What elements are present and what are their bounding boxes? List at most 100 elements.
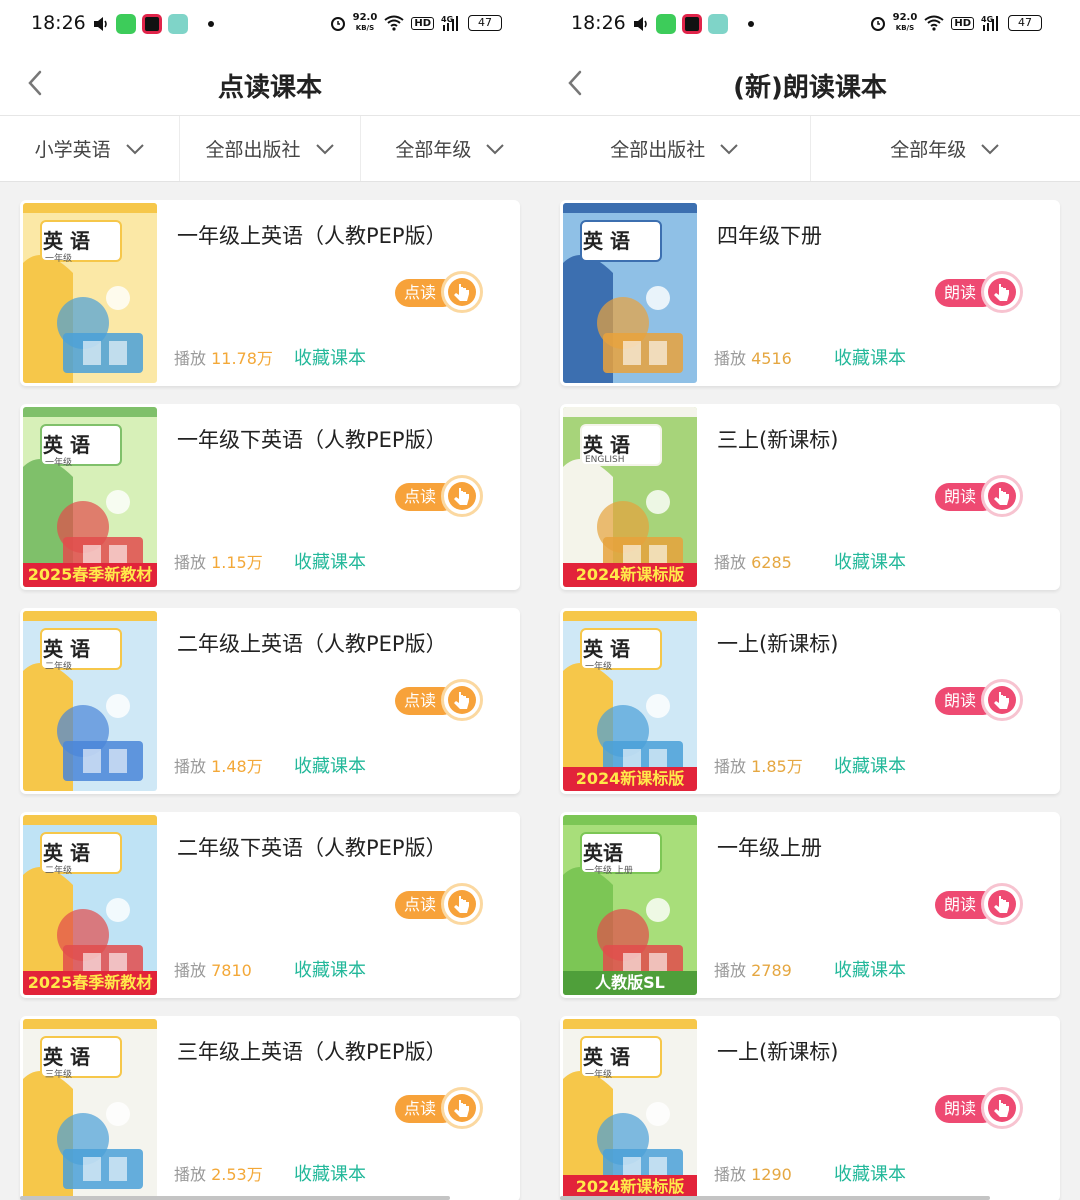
filter-publisher[interactable]: 全部出版社 <box>540 116 811 181</box>
play-count: 播放 1.85万 <box>714 757 803 776</box>
read-aloud-button[interactable]: 朗读 <box>935 679 1023 723</box>
favorite-book-link[interactable]: 收藏课本 <box>294 956 366 982</box>
cover-title: 英 语 <box>43 1045 90 1069</box>
chevron-down-icon <box>315 143 334 154</box>
cover-title: 英 语 <box>43 841 90 865</box>
book-cover[interactable]: 英 语二年级 <box>23 611 157 791</box>
book-title[interactable]: 一上(新课标) <box>717 628 838 658</box>
book-cover[interactable]: 英 语 ENGLISH 2024新课标版 <box>563 407 697 587</box>
favorite-book-link[interactable]: 收藏课本 <box>294 548 366 574</box>
filter-grade[interactable]: 全部年级 <box>811 116 1080 181</box>
play-count: 播放 2.53万 <box>174 1165 263 1184</box>
filter-bar: 全部出版社 全部年级 <box>540 116 1080 182</box>
book-card[interactable]: 英 语二年级 二年级上英语（人教PEP版） 点读播放 1.48万 收藏课本 <box>20 608 520 794</box>
hand-tap-icon <box>981 679 1023 721</box>
status-time: 18:26 <box>571 12 626 34</box>
chevron-down-icon <box>981 143 999 154</box>
net-speed: 92.0 KB/S <box>892 12 918 33</box>
filter-publisher[interactable]: 全部出版社 <box>180 116 361 181</box>
book-cover[interactable]: 英 语一年级 2024新课标版 <box>563 611 697 791</box>
book-title[interactable]: 二年级上英语（人教PEP版） <box>177 628 447 658</box>
book-title[interactable]: 三上(新课标) <box>717 424 838 454</box>
book-card[interactable]: 英 语二年级 2025春季新教材 二年级下英语（人教PEP版） 点读 播放 7810 收藏… <box>20 812 520 998</box>
favorite-book-link[interactable]: 收藏课本 <box>834 752 906 778</box>
status-time: 18:26 <box>31 12 86 34</box>
hand-tap-icon <box>441 271 483 313</box>
book-card[interactable]: 英语 一年级 上册 人教版SL 一年级上册 朗读 播放 2789 收藏课本 <box>560 812 1060 998</box>
play-count: 播放 6285 <box>714 553 792 572</box>
book-card[interactable]: 英 语 四年级下册 朗读 播放 4516 收藏课本 <box>560 200 1060 386</box>
book-cover[interactable]: 英 语一年级 2024新课标版 <box>563 1019 697 1199</box>
read-aloud-button[interactable]: 朗读 <box>935 1087 1023 1131</box>
book-title[interactable]: 一年级上册 <box>717 832 822 862</box>
point-read-button[interactable]: 点读 <box>395 475 483 519</box>
point-read-button[interactable]: 点读 <box>395 883 483 927</box>
favorite-book-link[interactable]: 收藏课本 <box>834 548 906 574</box>
cover-grade: 一年级 <box>45 458 73 468</box>
filter-grade[interactable]: 全部年级 <box>361 116 540 181</box>
book-cover[interactable]: 英 语 <box>563 203 697 383</box>
hand-tap-icon <box>981 271 1023 313</box>
filter-subject[interactable]: 小学英语 <box>0 116 181 181</box>
book-card[interactable]: 英 语三年级 三年级上英语（人教PEP版） 点读 播放 2.53万 收藏课本 <box>20 1016 520 1200</box>
read-aloud-button[interactable]: 朗读 <box>935 883 1023 927</box>
read-aloud-button[interactable]: 朗读 <box>935 271 1023 315</box>
signal-icon: 4G <box>441 15 458 31</box>
cover-grade: 一年级 <box>45 254 73 264</box>
favorite-book-link[interactable]: 收藏课本 <box>834 1160 906 1186</box>
scrollbar[interactable] <box>20 1196 450 1200</box>
svg-text:4G: 4G <box>981 15 993 24</box>
cover-title: 英 语 <box>43 637 90 661</box>
book-card[interactable]: 英 语 ENGLISH 2024新课标版 三上(新课标) 朗读播放 6285 收藏课本 <box>560 404 1060 590</box>
favorite-book-link[interactable]: 收藏课本 <box>834 956 906 982</box>
book-cover[interactable]: 英语 一年级 上册 人教版SL <box>563 815 697 995</box>
book-title[interactable]: 二年级下英语（人教PEP版） <box>177 832 447 862</box>
favorite-book-link[interactable]: 收藏课本 <box>294 752 366 778</box>
book-card[interactable]: 英 语一年级 2024新课标版 一上(新课标) 朗读 播放 1290 收藏课本 <box>560 1016 1060 1200</box>
book-card[interactable]: 英 语一年级 2025春季新教材 一年级下英语（人教PEP版） 点读 播放 1.15万 收… <box>20 404 520 590</box>
status-bar: 18:26 92.0 KB/S HD 4G 47 <box>540 0 1080 50</box>
cover-grade: 一年级 <box>585 662 613 672</box>
volume-icon <box>634 17 647 31</box>
cover-grade: 三年级 <box>45 1070 73 1080</box>
battery-indicator: 47 <box>468 15 502 31</box>
app-icon-shield <box>168 14 188 34</box>
book-cover[interactable]: 英 语三年级 <box>23 1019 157 1199</box>
book-title[interactable]: 三年级上英语（人教PEP版） <box>177 1036 447 1066</box>
cover-banner: 2025春季新教材 <box>23 971 157 995</box>
scrollbar[interactable] <box>560 1196 990 1200</box>
book-title[interactable]: 一年级下英语（人教PEP版） <box>177 424 447 454</box>
favorite-book-link[interactable]: 收藏课本 <box>834 344 906 370</box>
app-icon-record <box>142 14 162 34</box>
favorite-book-link[interactable]: 收藏课本 <box>294 1160 366 1186</box>
book-cover[interactable]: 英 语一年级 <box>23 203 157 383</box>
book-title[interactable]: 四年级下册 <box>717 220 822 250</box>
hand-tap-icon <box>981 883 1023 925</box>
cover-title: 英 语 <box>43 433 90 457</box>
hd-badge: HD <box>411 16 434 30</box>
net-speed: 92.0 KB/S <box>352 12 378 33</box>
cover-title: 英语 <box>583 841 623 865</box>
book-card[interactable]: 英 语一年级 一年级上英语（人教PEP版） 点读 播放 11.78万 收藏课本 <box>20 200 520 386</box>
chevron-down-icon <box>125 143 144 154</box>
wifi-icon <box>384 15 404 31</box>
point-read-button[interactable]: 点读 <box>395 679 483 723</box>
favorite-book-link[interactable]: 收藏课本 <box>294 344 366 370</box>
read-aloud-button[interactable]: 朗读 <box>935 475 1023 519</box>
app-icon-green <box>656 14 676 34</box>
book-title[interactable]: 一上(新课标) <box>717 1036 838 1066</box>
point-read-button[interactable]: 点读 <box>395 271 483 315</box>
play-count: 播放 1.48万 <box>174 757 263 776</box>
status-bar: 18:26 92.0 KB/S HD 4G 47 <box>0 0 540 50</box>
battery-indicator: 47 <box>1008 15 1042 31</box>
book-cover[interactable]: 英 语二年级 2025春季新教材 <box>23 815 157 995</box>
book-card[interactable]: 英 语一年级 2024新课标版 一上(新课标) 朗读播放 1.85万 收藏课本 <box>560 608 1060 794</box>
cover-grade: 一年级 上册 <box>585 866 633 876</box>
book-cover[interactable]: 英 语一年级 2025春季新教材 <box>23 407 157 587</box>
left-panel: 18:26 92.0 KB/S HD 4G 47 点读课本 小学英语 全部出版社 … <box>0 0 540 1200</box>
point-read-button[interactable]: 点读 <box>395 1087 483 1131</box>
hand-tap-icon <box>981 1087 1023 1129</box>
book-title[interactable]: 一年级上英语（人教PEP版） <box>177 220 447 250</box>
volume-icon <box>94 17 107 31</box>
alarm-icon <box>330 17 345 31</box>
